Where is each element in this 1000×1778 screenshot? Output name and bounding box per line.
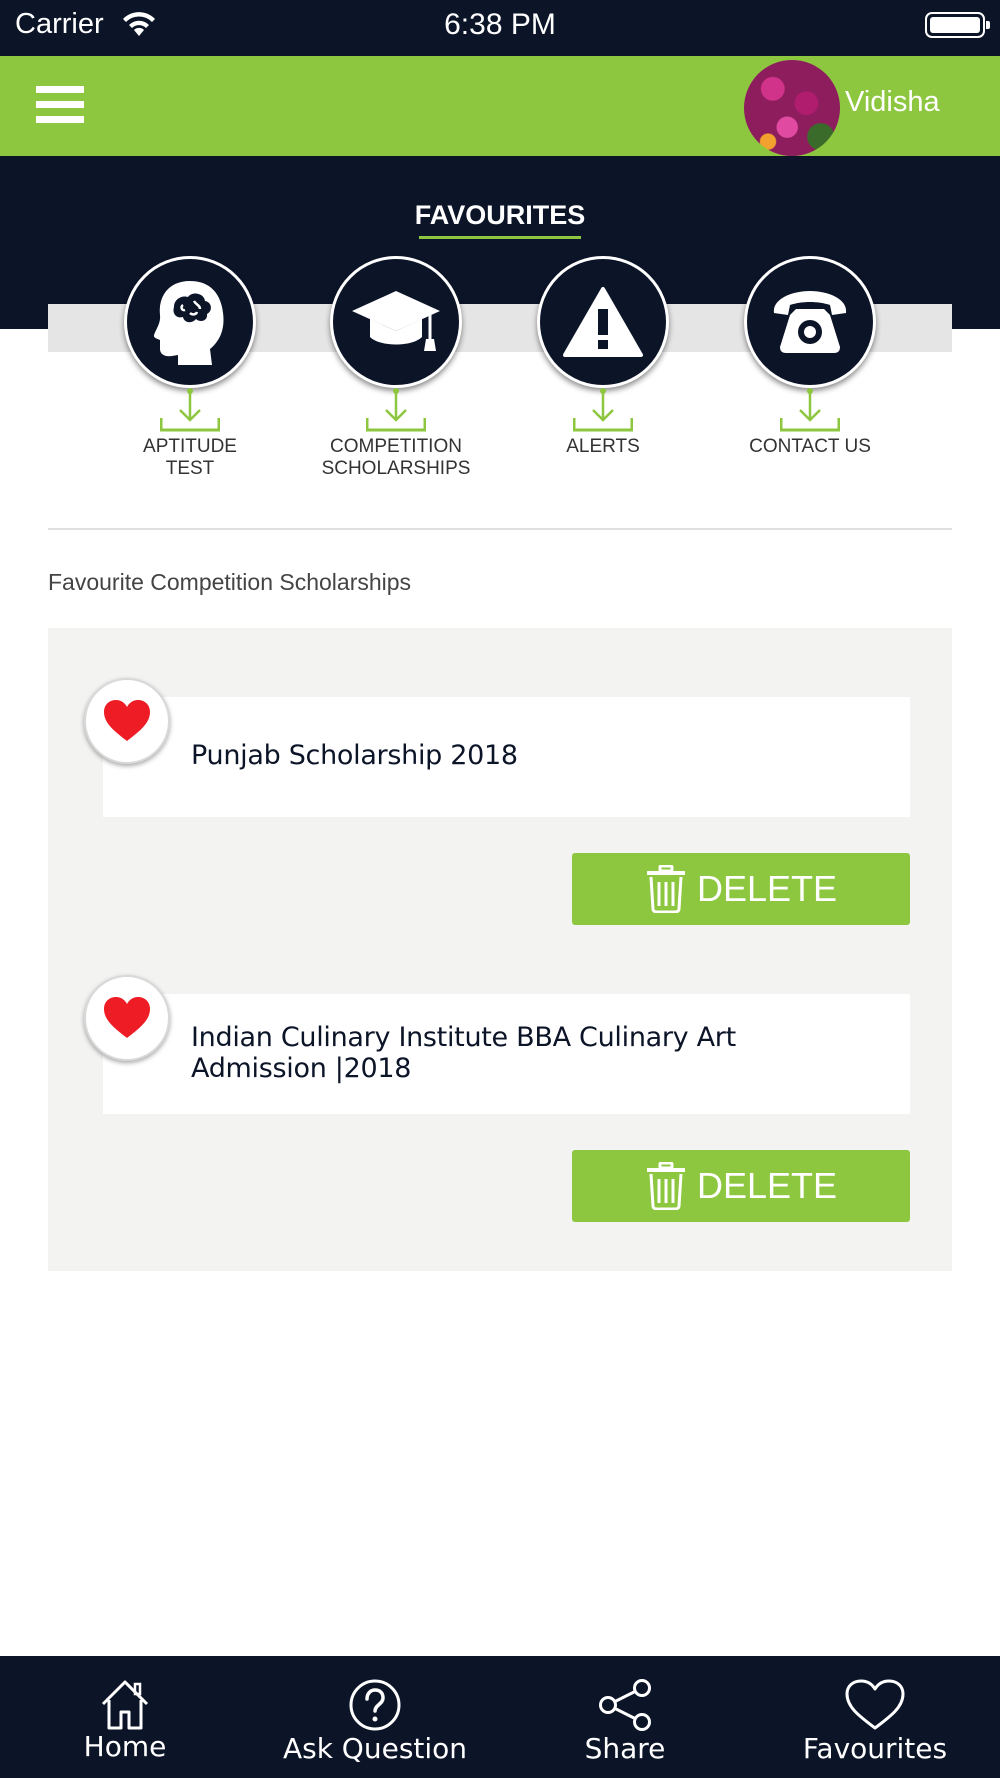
tab-share[interactable]: Share — [500, 1656, 750, 1778]
delete-label: DELETE — [696, 1165, 838, 1206]
divider — [48, 528, 952, 530]
category-label: CONTACT US — [749, 436, 871, 457]
trash-icon — [646, 1162, 685, 1210]
app-header: Vidisha — [0, 56, 1000, 156]
heart-icon[interactable] — [84, 678, 170, 764]
favourite-card[interactable]: Indian Culinary Institute BBA Culinary A… — [103, 994, 910, 1114]
download-arrow-icon — [159, 388, 221, 432]
category-competition-scholarships[interactable]: COMPETITION SCHOLARSHIPS — [316, 256, 476, 480]
home-icon — [101, 1680, 149, 1730]
question-icon — [349, 1679, 401, 1731]
category-contact-us[interactable]: CONTACT US — [730, 256, 890, 458]
tab-label: Ask Question — [282, 1732, 468, 1765]
share-icon — [599, 1679, 651, 1731]
heart-icon[interactable] — [84, 975, 170, 1061]
bottom-tab-bar: Home Ask Question Share Favourites — [0, 1656, 1000, 1778]
download-arrow-icon — [779, 388, 841, 432]
delete-button[interactable]: DELETE — [572, 853, 910, 925]
category-alerts[interactable]: ALERTS — [523, 256, 683, 458]
category-label: ALERTS — [566, 436, 640, 457]
delete-label: DELETE — [696, 868, 838, 909]
title-underline — [419, 236, 581, 239]
delete-button[interactable]: DELETE — [572, 1150, 910, 1222]
tab-label: Favourites — [802, 1732, 948, 1765]
category-label: COMPETITION SCHOLARSHIPS — [321, 436, 471, 479]
category-aptitude-test[interactable]: APTITUDE TEST — [110, 256, 270, 480]
favourite-title: Indian Culinary Institute BBA Culinary A… — [191, 1022, 736, 1084]
download-arrow-icon — [572, 388, 634, 432]
section-title: Favourite Competition Scholarships — [48, 569, 412, 595]
tab-home[interactable]: Home — [0, 1656, 250, 1778]
heart-outline-icon — [845, 1679, 905, 1730]
tab-label: Share — [584, 1732, 666, 1765]
category-label: APTITUDE TEST — [143, 436, 237, 479]
tab-label: Home — [83, 1730, 167, 1763]
favourite-title: Punjab Scholarship 2018 — [191, 740, 518, 771]
user-name[interactable]: Vidisha — [845, 86, 940, 119]
status-bar: Carrier 6:38 PM — [0, 0, 1000, 56]
tab-ask-question[interactable]: Ask Question — [250, 1656, 500, 1778]
brain-head-icon — [124, 256, 256, 388]
avatar[interactable] — [744, 60, 840, 156]
trash-icon — [646, 865, 685, 913]
hamburger-menu-icon[interactable] — [36, 86, 84, 126]
telephone-icon — [744, 256, 876, 388]
page-title: FAVOURITES — [414, 200, 586, 230]
favourite-card[interactable]: Punjab Scholarship 2018 — [103, 697, 910, 817]
battery-icon — [925, 12, 990, 38]
download-arrow-icon — [365, 388, 427, 432]
warning-icon — [537, 256, 669, 388]
status-time: 6:38 PM — [444, 8, 556, 41]
tab-favourites[interactable]: Favourites — [750, 1656, 1000, 1778]
graduation-cap-icon — [330, 256, 462, 388]
